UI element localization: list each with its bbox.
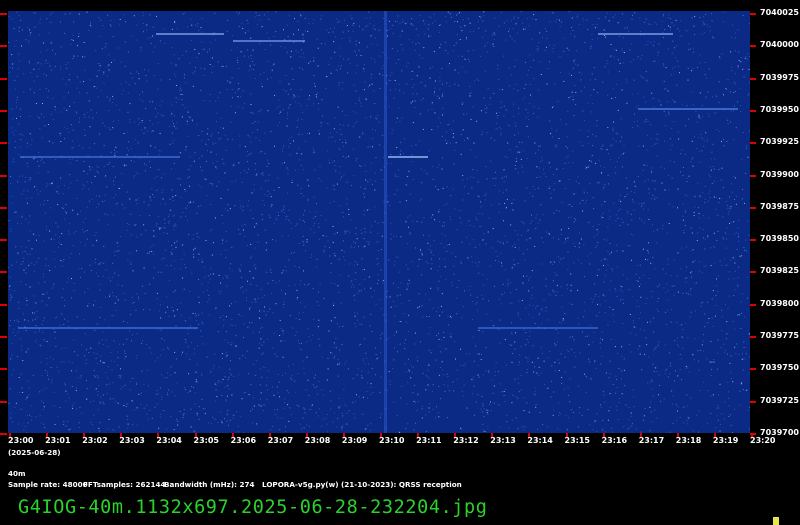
right-tick [750, 239, 756, 242]
time-label: 23:04 [156, 436, 182, 445]
bandwidth-info: Bandwidth (mHz): 274 [164, 480, 255, 489]
corner-marker [773, 517, 779, 525]
left-tick [0, 239, 7, 242]
time-label: 23:02 [82, 436, 108, 445]
date-label: (2025-06-28) [8, 448, 61, 457]
left-tick [0, 77, 7, 80]
time-label: 23:12 [453, 436, 479, 445]
left-tick [0, 109, 7, 112]
left-tick [0, 368, 7, 371]
time-label: 23:00 [8, 436, 34, 445]
left-tick [0, 206, 7, 209]
time-label: 23:08 [304, 436, 331, 445]
right-tick [750, 206, 756, 209]
frequency-label: 7040000 [760, 40, 799, 50]
frequency-label: 7039750 [760, 363, 799, 373]
left-tick [0, 271, 7, 274]
waterfall-display [8, 11, 750, 433]
left-tick [0, 45, 7, 48]
right-tick [750, 109, 756, 112]
time-label: 23:13 [490, 436, 516, 445]
time-label: 23:06 [230, 436, 257, 445]
left-tick [0, 13, 7, 15]
time-label: 23:01 [45, 436, 71, 445]
software-info: LOPORA-v5g.py(w) (21-10-2023): QRSS rece… [262, 480, 462, 489]
time-label: 23:19 [712, 436, 739, 445]
time-label: 23:11 [416, 436, 442, 445]
time-label: 23:05 [193, 436, 219, 445]
sample-rate-info: Sample rate: 48000 [8, 480, 88, 489]
left-tick [0, 433, 7, 435]
time-label: 23:17 [638, 436, 665, 445]
left-tick [0, 142, 7, 145]
left-tick [0, 336, 7, 339]
frequency-label: 7039900 [760, 169, 799, 179]
right-tick [750, 174, 756, 177]
left-tick [0, 174, 7, 177]
band-label: 40m [8, 469, 26, 478]
frequency-label: 7039850 [760, 234, 799, 244]
frequency-label: 7039725 [760, 395, 799, 405]
time-label: 23:15 [564, 436, 590, 445]
time-label: 23:07 [267, 436, 294, 445]
frequency-label: 7039825 [760, 266, 799, 276]
time-label: 23:09 [341, 436, 368, 445]
time-label: 23:14 [527, 436, 553, 445]
right-tick [750, 142, 756, 145]
frequency-label: 7039875 [760, 201, 799, 211]
frequency-label: 7040025 [760, 8, 799, 17]
image-filename: G4IOG-40m.1132x697.2025-06-28-232204.jpg [18, 497, 488, 518]
right-tick [750, 271, 756, 274]
right-tick [750, 368, 756, 371]
left-tick [0, 303, 7, 306]
time-label: 23:18 [675, 436, 702, 445]
time-label: 23:20 [750, 436, 776, 445]
right-tick [750, 336, 756, 339]
time-label: 23:03 [119, 436, 145, 445]
right-tick [750, 45, 756, 48]
frequency-label: 7039975 [760, 72, 799, 82]
time-label: 23:10 [379, 436, 405, 445]
right-tick [750, 303, 756, 306]
right-tick [750, 77, 756, 80]
frequency-label: 7039800 [760, 298, 799, 308]
right-tick [750, 13, 756, 15]
fft-samples-info: FFTsamples: 262144 [83, 480, 166, 489]
frequency-label: 7039775 [760, 331, 799, 341]
right-tick [750, 400, 756, 403]
left-tick [0, 400, 7, 403]
frequency-label: 7039950 [760, 104, 799, 114]
time-label: 23:16 [601, 436, 628, 445]
frequency-label: 7039925 [760, 137, 799, 147]
waterfall-noise [8, 11, 750, 433]
